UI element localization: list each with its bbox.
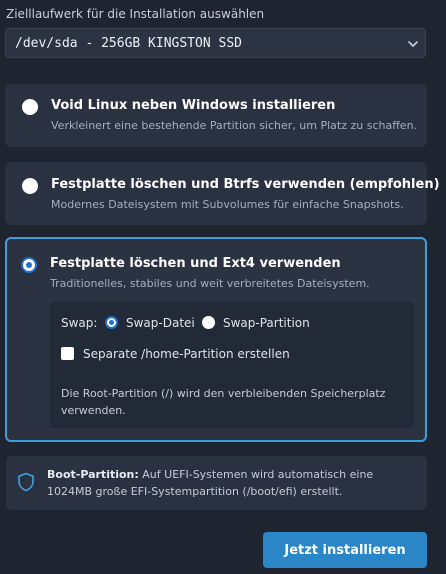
option-btrfs[interactable]: Festplatte löschen und Btrfs verwenden (… xyxy=(5,162,440,225)
root-partition-note: Die Root-Partition (/) wird den verbleib… xyxy=(61,387,386,417)
swap-label: Swap: xyxy=(61,316,98,330)
target-drive-select[interactable]: /dev/sda - 256GB KINGSTON SSD xyxy=(5,28,426,58)
option-dual-boot[interactable]: Void Linux neben Windows installieren Ve… xyxy=(5,84,427,147)
swap-file-radio[interactable] xyxy=(105,316,118,329)
boot-partition-info: Boot-Partition: Auf UEFI-Systemen wird a… xyxy=(6,456,427,510)
option-dual-boot-radio[interactable] xyxy=(22,99,38,115)
ext4-settings-panel: Swap: Swap-Datei Swap-Partition Separate… xyxy=(50,302,414,428)
option-description: Modernes Dateisystem mit Subvolumes für … xyxy=(51,198,404,211)
option-ext4-radio[interactable] xyxy=(21,257,37,273)
swap-partition-label[interactable]: Swap-Partition xyxy=(223,316,310,330)
option-description: Verkleinert eine bestehende Partition si… xyxy=(51,119,418,132)
option-description: Traditionelles, stabiles und weit verbre… xyxy=(50,277,370,290)
swap-partition-radio[interactable] xyxy=(202,316,215,329)
target-drive-label: Zielllaufwerk für die Installation auswä… xyxy=(6,7,265,21)
shield-icon xyxy=(18,472,34,492)
swap-file-label[interactable]: Swap-Datei xyxy=(126,316,195,330)
selected-disk-value: /dev/sda - 256GB KINGSTON SSD xyxy=(15,35,242,51)
option-title: Festplatte löschen und Ext4 verwenden xyxy=(50,256,341,271)
home-partition-checkbox[interactable] xyxy=(61,347,74,360)
chevron-down-icon xyxy=(408,41,418,47)
install-button[interactable]: Jetzt installieren xyxy=(263,532,427,568)
option-title: Void Linux neben Windows installieren xyxy=(51,98,336,113)
info-title: Boot-Partition: xyxy=(47,468,139,481)
info-text: Boot-Partition: Auf UEFI-Systemen wird a… xyxy=(47,466,419,500)
option-btrfs-radio[interactable] xyxy=(22,178,38,194)
home-partition-label[interactable]: Separate /home-Partition erstellen xyxy=(83,347,290,361)
option-ext4[interactable]: Festplatte löschen und Ext4 verwenden Tr… xyxy=(5,237,427,442)
option-title: Festplatte löschen und Btrfs verwenden (… xyxy=(51,177,440,192)
